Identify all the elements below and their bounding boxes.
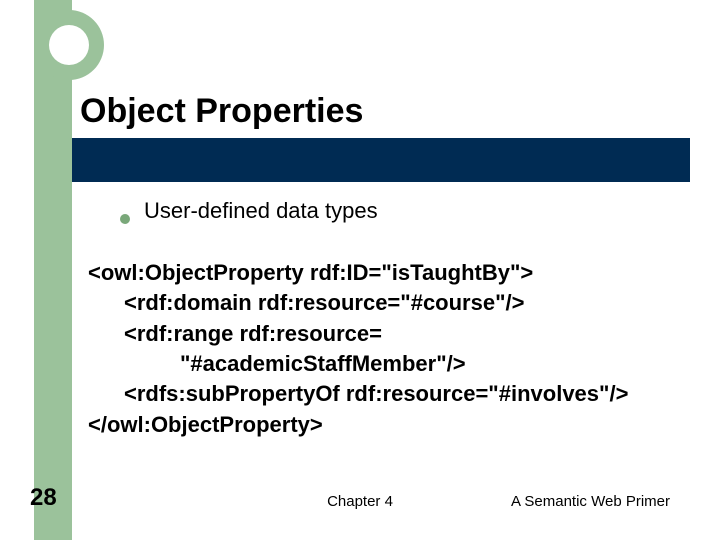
bullet-list: User-defined data types bbox=[120, 198, 680, 224]
code-line: "#academicStaffMember"/> bbox=[88, 349, 693, 379]
corner-circle-inner bbox=[49, 25, 89, 65]
bullet-dot-icon bbox=[120, 214, 130, 224]
code-line: <owl:ObjectProperty rdf:ID="isTaughtBy"> bbox=[88, 258, 693, 288]
bullet-text: User-defined data types bbox=[144, 198, 378, 224]
code-line: <rdf:range rdf:resource= bbox=[88, 319, 693, 349]
code-block: <owl:ObjectProperty rdf:ID="isTaughtBy">… bbox=[88, 258, 693, 440]
code-line: </owl:ObjectProperty> bbox=[88, 410, 693, 440]
side-stripe-decoration bbox=[34, 0, 72, 540]
code-line: <rdf:domain rdf:resource="#course"/> bbox=[88, 288, 693, 318]
title-underline-band bbox=[72, 138, 690, 182]
slide-title: Object Properties bbox=[80, 92, 363, 131]
footer-right: A Semantic Web Primer bbox=[511, 493, 670, 510]
code-line: <rdfs:subPropertyOf rdf:resource="#invol… bbox=[88, 379, 693, 409]
list-item: User-defined data types bbox=[120, 198, 680, 224]
